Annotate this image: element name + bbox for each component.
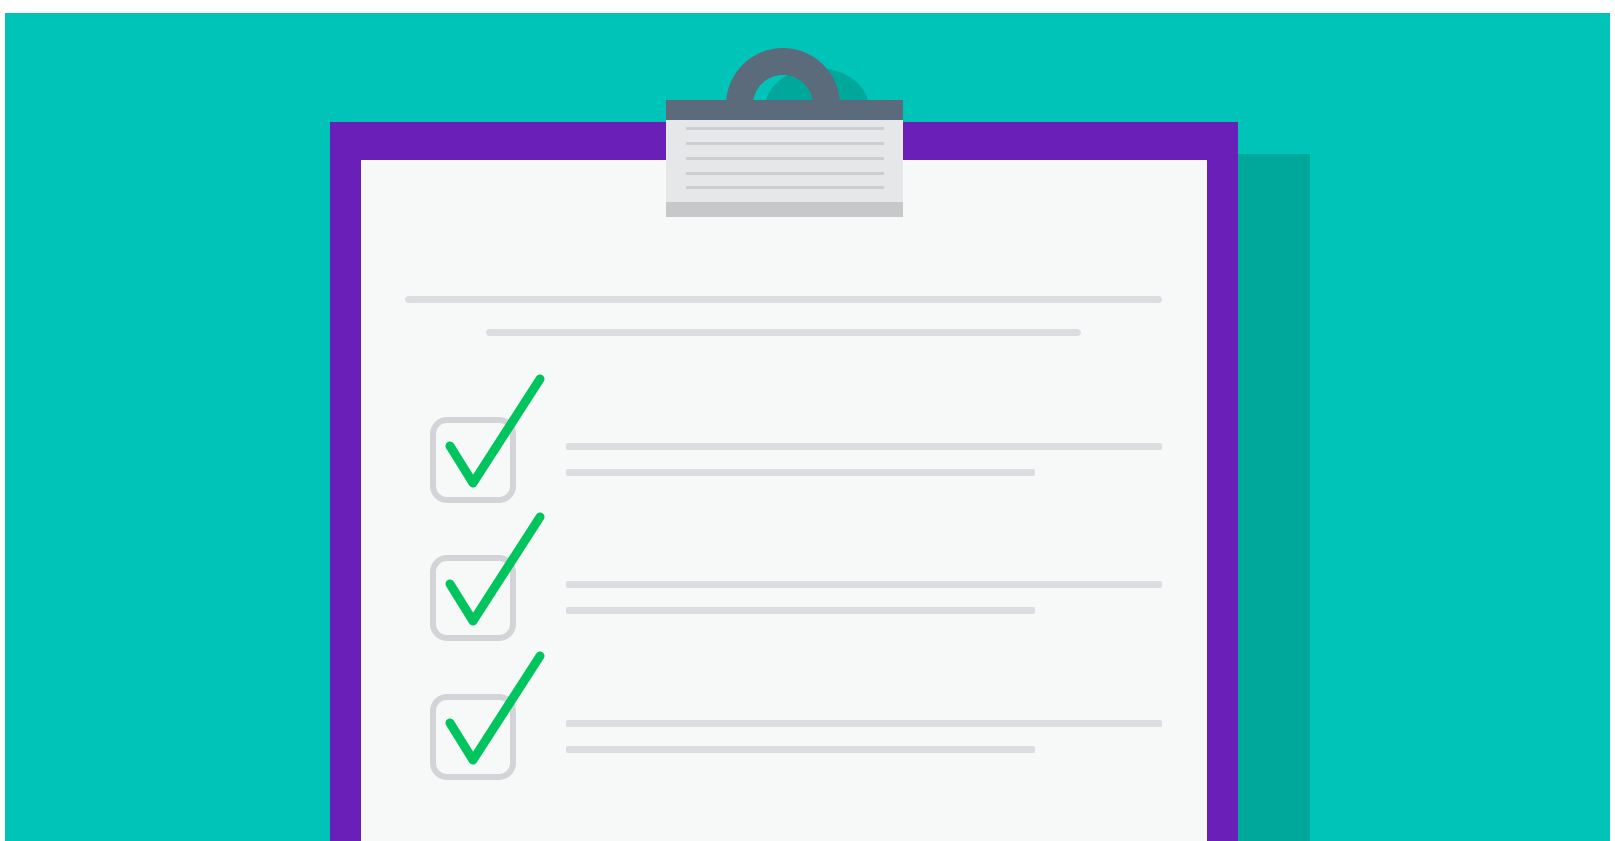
clip-plate bbox=[666, 120, 903, 202]
clip-plate-bottom bbox=[666, 202, 903, 217]
item-line-short bbox=[566, 607, 1035, 614]
clip-grip-line bbox=[686, 172, 884, 175]
clip-grip-line bbox=[686, 186, 884, 189]
item-line-short bbox=[566, 469, 1035, 476]
header-line-long bbox=[405, 296, 1162, 303]
item-line-long bbox=[566, 581, 1162, 588]
clip-grip-line bbox=[686, 127, 884, 130]
illustration-canvas bbox=[5, 13, 1610, 841]
header-line-short bbox=[486, 329, 1081, 336]
clip-top-bar bbox=[666, 100, 903, 120]
clip-grip-line bbox=[686, 157, 884, 160]
item-line-long bbox=[566, 720, 1162, 727]
clipboard-illustration bbox=[5, 13, 1610, 841]
item-line-short bbox=[566, 746, 1035, 753]
item-line-long bbox=[566, 443, 1162, 450]
clip-grip-line bbox=[686, 142, 884, 145]
